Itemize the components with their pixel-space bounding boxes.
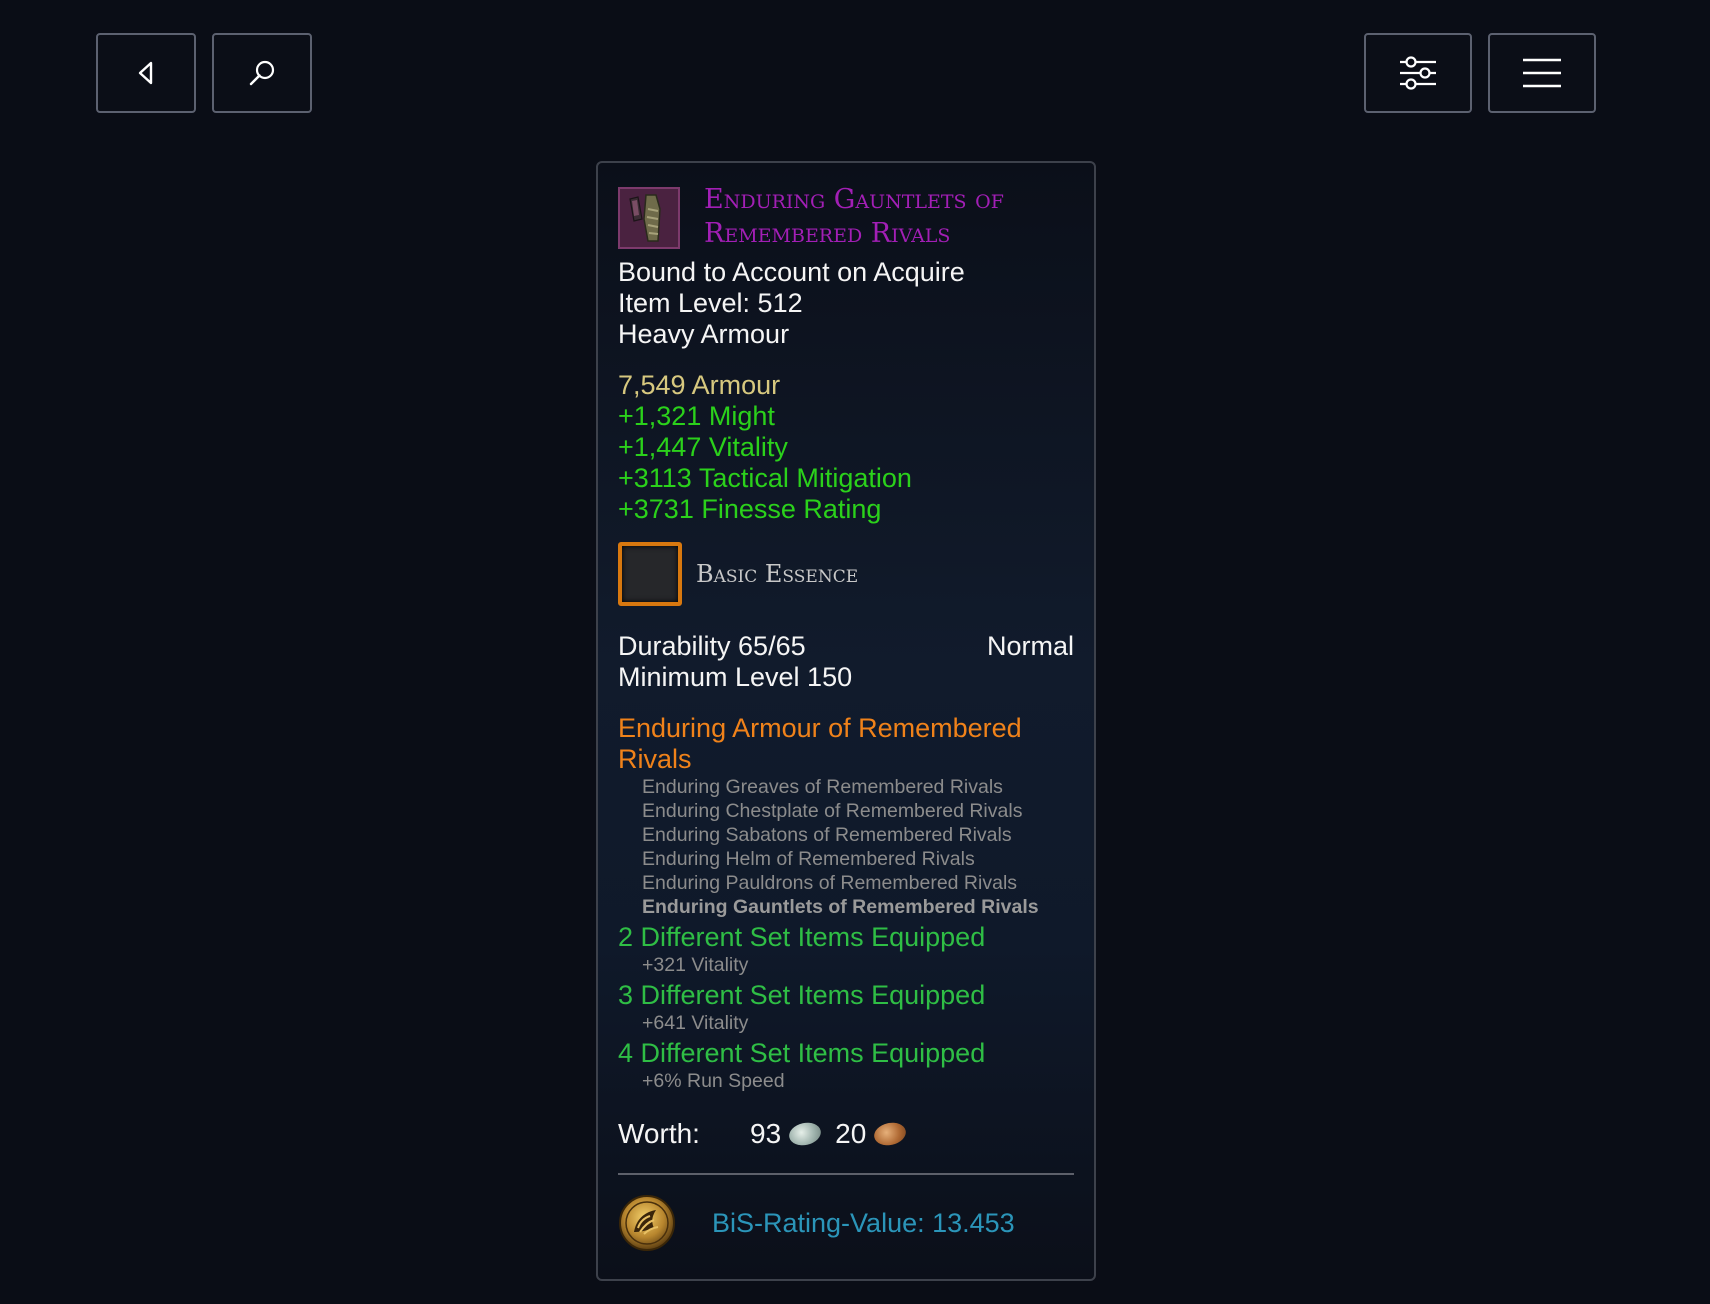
minimum-level: Minimum Level 150 (618, 662, 853, 692)
hamburger-menu-icon (1523, 58, 1561, 88)
set-title: Enduring Armour of Remembered Rivals (618, 713, 1022, 774)
chevron-left-icon (138, 61, 153, 85)
search-icon (249, 60, 275, 86)
copper-amount: 20 (835, 1118, 867, 1149)
stat-line: +3731 Finesse Rating (618, 494, 882, 524)
worth-label: Worth: (618, 1118, 700, 1149)
set-bonus-effect: +321 Vitality (642, 954, 749, 976)
item-level: Item Level: 512 (618, 288, 803, 318)
set-bonus-heading: 3 Different Set Items Equipped (618, 980, 986, 1010)
set-item: Enduring Helm of Remembered Rivals (642, 848, 975, 870)
essence-label: Basic Essence (696, 560, 859, 588)
sliders-icon (1400, 56, 1436, 90)
bis-rating-emblem-icon (619, 1195, 675, 1251)
divider (618, 1173, 1074, 1175)
bis-row: BiS-Rating-Value: 13.453 (618, 1191, 1074, 1255)
binding-text: Bound to Account on Acquire (618, 257, 965, 287)
set-bonus-heading: 2 Different Set Items Equipped (618, 922, 986, 952)
durability-row: Durability 65/65 Normal (618, 631, 1074, 662)
set-item: Enduring Chestplate of Remembered Rivals (642, 800, 1023, 822)
stat-line: +1,321 Might (618, 401, 775, 431)
item-header: Enduring Gauntlets of Remembered Rivals (618, 184, 1074, 257)
item-name: Enduring Gauntlets of Remembered Rivals (704, 184, 1004, 249)
set-item: Enduring Pauldrons of Remembered Rivals (642, 872, 1018, 894)
gauntlets-icon (618, 187, 680, 249)
set-bonus-heading: 4 Different Set Items Equipped (618, 1038, 986, 1068)
essence-slot-row: Basic Essence (618, 541, 1074, 607)
silver-amount: 93 (750, 1118, 782, 1149)
back-button[interactable] (96, 33, 196, 113)
filter-settings-button[interactable] (1364, 33, 1472, 113)
silver-coin-icon (787, 1119, 824, 1149)
set-item: Enduring Sabatons of Remembered Rivals (642, 824, 1012, 846)
search-button[interactable] (212, 33, 312, 113)
set-item-current: Enduring Gauntlets of Remembered Rivals (642, 896, 1039, 918)
copper-coin-icon (872, 1119, 909, 1149)
set-bonus-effect: +641 Vitality (642, 1012, 749, 1034)
durability: Durability 65/65 (618, 631, 806, 661)
armour-type: Heavy Armour (618, 319, 790, 349)
armour-value: 7,549 Armour (618, 370, 781, 400)
worth-row: Worth: 93 20 (618, 1113, 1074, 1155)
set-item: Enduring Greaves of Remembered Rivals (642, 776, 1003, 798)
stat-line: +3113 Tactical Mitigation (618, 463, 912, 493)
empty-essence-slot-icon[interactable] (618, 542, 682, 606)
set-items-list: Enduring Greaves of Remembered Rivals En… (618, 775, 1074, 919)
durability-state: Normal (986, 631, 1074, 661)
set-bonus-effect: +6% Run Speed (642, 1070, 785, 1092)
item-tooltip: Enduring Gauntlets of Remembered Rivals … (596, 161, 1096, 1281)
page: Enduring Gauntlets of Remembered Rivals … (0, 0, 1710, 1304)
menu-button[interactable] (1488, 33, 1596, 113)
stat-line: +1,447 Vitality (618, 432, 788, 462)
bis-rating-value: BiS-Rating-Value: 13.453 (712, 1207, 1015, 1238)
